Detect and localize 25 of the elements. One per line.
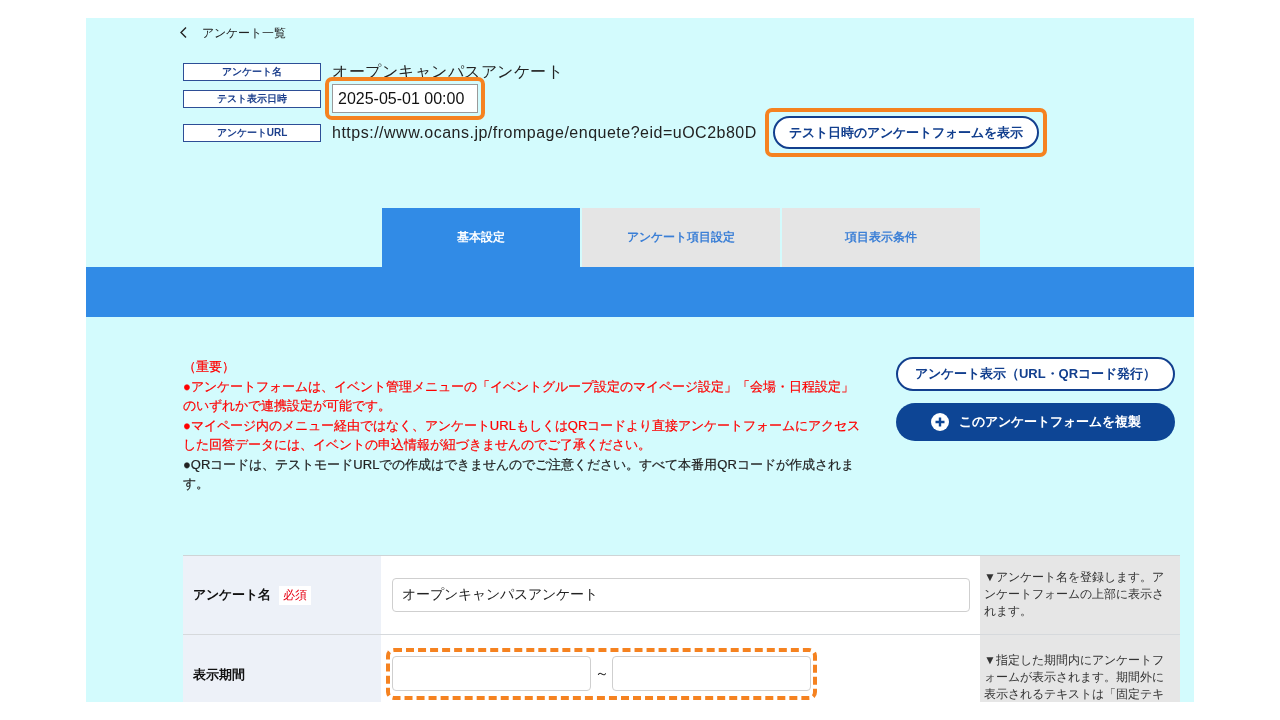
required-badge: 必須 — [279, 585, 311, 605]
description-cell: ▼指定した期間内にアンケートフォームが表示されます。期間外に表示されるテキストは「固定テキ — [980, 635, 1180, 702]
chevron-left-icon — [180, 27, 187, 38]
duplicate-form-button[interactable]: このアンケートフォームを複製 — [896, 403, 1175, 441]
field-name: 表示期間 — [193, 665, 245, 684]
date-time-field[interactable]: 2025-05-01 00:00 — [332, 84, 478, 113]
notice-text: ●マイページ内のメニュー経由ではなく、アンケートURLもしくはQRコードより直接アンケートフォームにアクセスした回答データには、イベントの申込情報が紐づきませんのでご了承ください。 — [183, 416, 862, 454]
field-value: https://www.ocans.jp/frompage/enquete?eid=uOC2b80D — [332, 123, 757, 142]
tab[interactable]: 基本設定 — [382, 208, 580, 267]
show-test-form-button[interactable]: テスト日時のアンケートフォームを表示 — [772, 116, 1039, 149]
survey-display-button[interactable]: アンケート表示（URL・QRコード発行） — [896, 357, 1175, 391]
field-label: テスト表示日時 — [183, 89, 321, 108]
field-name: アンケート名 — [193, 586, 271, 604]
field-label: アンケート名 — [183, 63, 321, 81]
end-date-input[interactable] — [612, 656, 811, 691]
description-cell: ▼アンケート名を登録します。アンケートフォームの上部に表示されます。 — [980, 556, 1180, 634]
back-link[interactable]: アンケート一覧 — [180, 24, 286, 41]
notice-text: ●QRコードは、テストモードURLでの作成はできませんのでご注意ください。すべて本番用QRコードが作成されます。 — [183, 455, 855, 493]
notice-text: （重要） — [183, 358, 236, 376]
start-date-input[interactable] — [392, 656, 591, 691]
notice-text: ●アンケートフォームは、イベント管理メニューの「イベントグループ設定のマイページ設定」「会場・日程設定」のいずれかで連携設定が可能です。 — [183, 377, 855, 415]
plus-circle-icon — [930, 413, 949, 431]
text-input[interactable]: オープンキャンパスアンケート — [392, 578, 970, 612]
range-separator: ～ — [593, 664, 610, 683]
field-label: アンケートURL — [183, 123, 321, 142]
